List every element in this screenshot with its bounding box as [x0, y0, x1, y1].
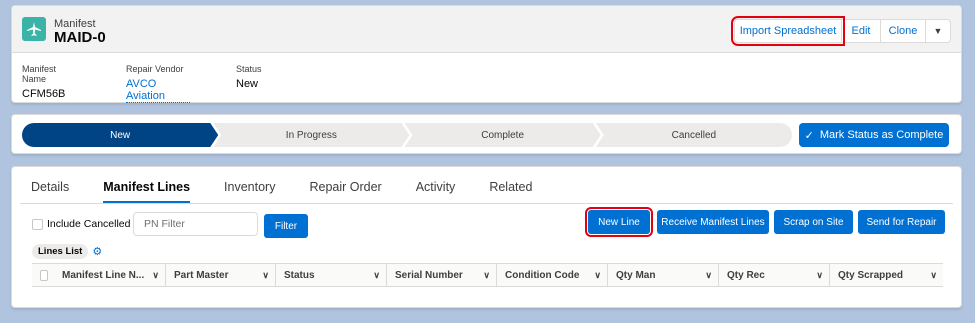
chevron-down-icon[interactable]: ∨	[262, 270, 269, 281]
field-label: Repair Vendor	[126, 64, 184, 74]
mark-status-label: Mark Status as Complete	[819, 129, 944, 141]
field-repair-vendor: Repair Vendor AVCO Aviation	[126, 64, 190, 103]
header-top-bar: Manifest MAID-0 Import Spreadsheet Edit …	[12, 6, 961, 53]
record-name: MAID-0	[54, 29, 106, 46]
col-serial-number[interactable]: Serial Number ∨	[387, 264, 497, 286]
chevron-down-icon[interactable]: ∨	[930, 270, 937, 281]
col-qty-scrapped[interactable]: Qty Scrapped ∨	[830, 264, 943, 286]
new-line-button[interactable]: New Line	[585, 207, 653, 237]
field-value: CFM56B	[22, 88, 66, 100]
chevron-down-icon: ▼	[933, 26, 943, 36]
col-manifest-line[interactable]: Manifest Line N... ∨	[54, 264, 166, 286]
send-for-repair-button[interactable]: Send for Repair	[858, 210, 945, 234]
include-cancelled-checkbox[interactable]	[32, 218, 43, 230]
column-label: Serial Number	[395, 269, 463, 281]
repair-vendor-link[interactable]: AVCO Aviation	[126, 78, 190, 103]
scrap-on-site-button[interactable]: Scrap on Site	[774, 210, 853, 234]
path-stage-new[interactable]: New	[22, 123, 218, 147]
tab-bar: Details Manifest Lines Inventory Repair …	[31, 180, 566, 204]
tab-details[interactable]: Details	[31, 180, 69, 204]
column-label: Status	[284, 269, 315, 281]
airplane-icon	[22, 17, 46, 41]
column-label: Qty Rec	[727, 269, 765, 281]
field-value: New	[236, 78, 259, 90]
select-all-checkbox[interactable]	[40, 269, 48, 281]
pn-filter-input[interactable]	[133, 212, 258, 236]
clone-button[interactable]: Clone	[880, 19, 926, 43]
chevron-down-icon[interactable]: ∨	[373, 270, 380, 281]
path-stage-in-progress[interactable]: In Progress	[213, 123, 409, 147]
receive-manifest-lines-button[interactable]: Receive Manifest Lines	[657, 210, 769, 234]
column-label: Manifest Line N...	[62, 269, 145, 281]
chevron-down-icon[interactable]: ∨	[705, 270, 712, 281]
status-path-card: New In Progress Complete Cancelled ✓ Mar…	[11, 114, 962, 154]
field-status: Status New	[236, 64, 262, 103]
filter-button[interactable]: Filter	[264, 214, 308, 238]
chevron-down-icon[interactable]: ∨	[152, 270, 159, 281]
include-cancelled-label: Include Cancelled	[47, 218, 131, 230]
tab-divider	[20, 203, 953, 204]
column-label: Condition Code	[505, 269, 580, 281]
path-stage-cancelled[interactable]: Cancelled	[595, 123, 792, 147]
tab-manifest-lines[interactable]: Manifest Lines	[103, 180, 191, 204]
field-label: Manifest Name	[22, 64, 57, 84]
tabs-card: Details Manifest Lines Inventory Repair …	[11, 166, 962, 308]
status-path: New In Progress Complete Cancelled	[22, 123, 792, 147]
check-icon: ✓	[804, 129, 814, 142]
column-label: Qty Man	[616, 269, 656, 281]
tab-related[interactable]: Related	[489, 180, 532, 204]
select-all-cell	[32, 264, 54, 286]
lines-list-header: Lines List ⚙	[32, 244, 102, 259]
highlight-fields: Manifest Name CFM56B Repair Vendor AVCO …	[22, 64, 308, 103]
table-header-row: Manifest Line N... ∨ Part Master ∨ Statu…	[32, 263, 943, 287]
path-stage-complete[interactable]: Complete	[405, 123, 601, 147]
mark-status-complete-button[interactable]: ✓ Mark Status as Complete	[799, 123, 949, 147]
field-manifest-name: Manifest Name CFM56B	[22, 64, 80, 103]
column-label: Part Master	[174, 269, 229, 281]
chevron-down-icon[interactable]: ∨	[483, 270, 490, 281]
header-action-group: Import Spreadsheet Edit Clone ▼	[731, 16, 951, 46]
col-qty-rec[interactable]: Qty Rec ∨	[719, 264, 830, 286]
tab-inventory[interactable]: Inventory	[224, 180, 275, 204]
column-label: Qty Scrapped	[838, 269, 904, 281]
record-header: Manifest MAID-0 Import Spreadsheet Edit …	[11, 5, 962, 103]
chevron-down-icon[interactable]: ∨	[816, 270, 823, 281]
gear-icon[interactable]: ⚙	[92, 245, 102, 258]
field-label: Status	[236, 64, 262, 74]
chevron-down-icon[interactable]: ∨	[594, 270, 601, 281]
more-actions-button[interactable]: ▼	[925, 19, 951, 43]
col-status[interactable]: Status ∨	[276, 264, 387, 286]
lines-list-title: Lines List	[32, 244, 89, 259]
tab-activity[interactable]: Activity	[416, 180, 456, 204]
col-part-master[interactable]: Part Master ∨	[166, 264, 276, 286]
col-condition-code[interactable]: Condition Code ∨	[497, 264, 608, 286]
edit-button[interactable]: Edit	[841, 19, 881, 43]
include-cancelled-toggle[interactable]: Include Cancelled	[32, 218, 130, 230]
import-spreadsheet-button[interactable]: Import Spreadsheet	[731, 16, 845, 46]
col-qty-man[interactable]: Qty Man ∨	[608, 264, 719, 286]
tab-repair-order[interactable]: Repair Order	[309, 180, 381, 204]
